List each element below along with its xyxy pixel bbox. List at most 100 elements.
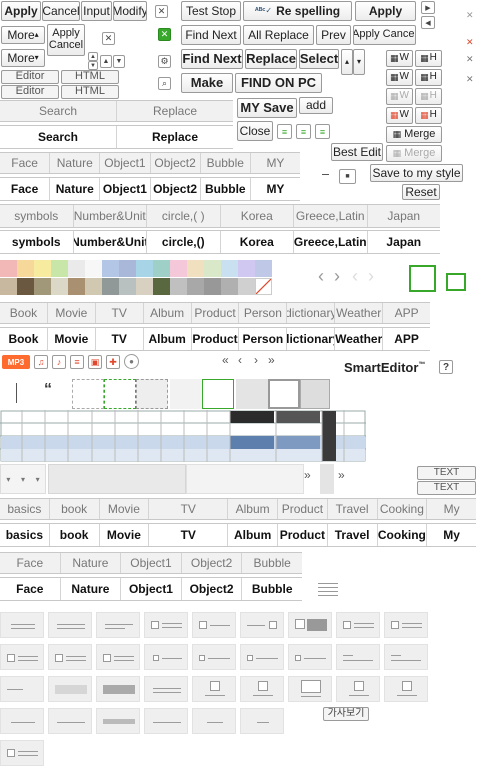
tab-symbols-active[interactable]: symbols [0,231,74,253]
swatch[interactable] [238,278,255,295]
table-w-button-disabled[interactable]: ▦ W [386,88,413,105]
layout-tile[interactable] [336,612,380,638]
tab-movie[interactable]: Movie [47,303,96,323]
layout-tile[interactable] [288,676,332,702]
apply-button[interactable]: Apply [1,1,41,21]
swatch[interactable] [68,278,85,295]
tab-cooking[interactable]: Cooking [377,499,428,519]
layout-tile[interactable] [240,612,284,638]
tab-object1-2[interactable]: Object1 [121,553,182,573]
layout-tile[interactable] [240,676,284,702]
layout-tile[interactable] [144,644,188,670]
layout-tile[interactable] [96,612,140,638]
select-down-icon[interactable]: ▾ [353,49,365,75]
all-replace-button[interactable]: All Replace [243,25,314,45]
html-tab-2[interactable]: HTML [61,85,119,99]
merge-button-disabled[interactable]: ▦ Merge [386,145,442,162]
layout-tile[interactable] [384,612,428,638]
table-h-button-2[interactable]: ▦ H [415,69,442,86]
layout-tile[interactable] [192,676,236,702]
chevron-right-icon[interactable]: › [334,266,340,287]
red-x-icon[interactable]: ✕ [466,37,474,48]
tab-person-active[interactable]: Person [239,328,288,350]
swatch[interactable] [238,260,255,277]
dashed-gray-frame[interactable] [136,379,168,409]
swatch[interactable] [153,278,170,295]
select-button[interactable]: Select [299,49,339,69]
tab-number-unit-active[interactable]: Number&Unit [73,231,147,253]
layout-tile[interactable] [192,644,236,670]
layout-tile[interactable] [192,708,236,734]
tab-dictionary[interactable]: dictionary [287,303,336,323]
find-on-pc-button[interactable]: FIND ON PC [235,73,322,93]
my-save-button[interactable]: MY Save [237,98,297,118]
arrow-up-icon[interactable]: ▲ [100,55,112,68]
thick-frame[interactable] [268,379,300,409]
close-icon-2[interactable]: ✕ [102,32,115,45]
tab-app-active[interactable]: APP [383,328,431,350]
tab-circle[interactable]: circle,( ) [147,205,221,227]
tab-album-active[interactable]: Album [143,328,192,350]
table-delete-w-button[interactable]: ▦ W [386,107,413,124]
tab-object1-active[interactable]: Object1 [100,178,151,200]
tab-album[interactable]: Album [143,303,192,323]
pager-first-icon[interactable]: « [222,353,229,367]
tab-japan-active[interactable]: Japan [367,231,440,253]
layout-tile[interactable] [384,644,428,670]
align-right-icon[interactable]: ≡ [315,124,330,139]
text-style-button[interactable]: TEXT [417,466,476,480]
tab-tv-2-active[interactable]: TV [149,524,229,546]
tab-my-active[interactable]: MY [250,178,301,200]
reset-button[interactable]: Reset [402,184,440,200]
swatch[interactable] [85,260,102,277]
layout-tile[interactable] [240,644,284,670]
layout-tile[interactable] [96,708,140,734]
tab-symbols[interactable]: symbols [0,205,74,227]
layout-tile[interactable] [48,676,92,702]
table-w-button-2[interactable]: ▦ W [386,69,413,86]
cancel-button[interactable]: Cancel [42,1,80,21]
swatch[interactable] [204,260,221,277]
table-h-button-disabled[interactable]: ▦ H [415,88,442,105]
layout-tile[interactable] [48,708,92,734]
dashed-frame[interactable] [72,379,104,409]
tab-book[interactable]: Book [0,303,48,323]
swatch[interactable] [34,260,51,277]
arrow-down-icon[interactable]: ▼ [113,55,125,68]
apply-cancel-button[interactable]: Apply Cancel [47,24,85,56]
tab-product-2-active[interactable]: Product [278,524,328,546]
input-button[interactable]: Input [81,1,112,21]
layout-tile[interactable] [144,612,188,638]
swatch[interactable] [85,278,102,295]
swatch[interactable] [17,260,34,277]
small-x-icon-3[interactable]: ✕ [466,74,474,85]
divider-sample[interactable] [16,383,17,403]
layout-tile[interactable] [0,708,44,734]
chevron-left-icon[interactable]: ‹ [318,266,324,287]
no-fill-swatch[interactable] [255,278,272,295]
scroll-track-2[interactable] [186,464,304,494]
tab-face-2[interactable]: Face [0,553,61,573]
gear-icon[interactable]: ⚙ [158,55,171,68]
find-next-button[interactable]: Find Next [181,25,241,45]
tab-dictionary-active[interactable]: dictionary [287,328,336,350]
square-icon[interactable]: ■ [339,169,356,184]
dashed-green-frame[interactable] [104,379,136,409]
layout-tile[interactable] [0,644,44,670]
merge-button[interactable]: ▦ Merge [386,126,442,143]
add-button[interactable]: add [299,97,333,114]
scroll-handle[interactable] [320,464,334,494]
tab-app[interactable]: APP [383,303,431,323]
save-style-button[interactable]: Save to my style [370,164,463,182]
headphone-icon[interactable]: ♫ [34,355,48,369]
tab-tv[interactable]: TV [95,303,144,323]
gray-frame[interactable] [170,379,202,409]
chevron-right-disabled-icon[interactable]: › [368,266,374,287]
tab-search[interactable]: Search [0,101,117,121]
list-icon[interactable]: ≡ [70,355,84,369]
swatch[interactable] [0,278,17,295]
layout-tile[interactable] [48,644,92,670]
layout-tile[interactable] [192,612,236,638]
swatch[interactable] [221,260,238,277]
swatch[interactable] [51,260,68,277]
